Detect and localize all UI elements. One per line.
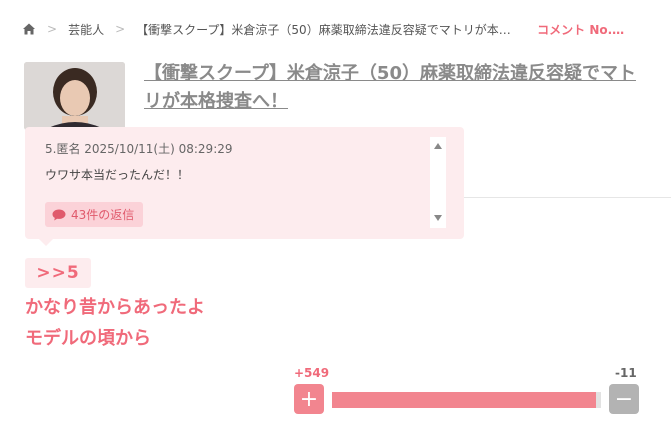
breadcrumb-comment: コメント No.…	[537, 22, 625, 37]
comment-meta: 5.匿名 2025/10/11(土) 08:29:29	[45, 142, 233, 156]
article-thumbnail[interactable]	[24, 62, 125, 130]
replies-button[interactable]: 43件の返信	[45, 202, 144, 227]
vote-ratio-fill	[332, 392, 596, 408]
chat-bubble-icon	[52, 209, 66, 221]
breadcrumb-category[interactable]: 芸能人	[68, 21, 104, 38]
home-icon[interactable]	[22, 22, 36, 36]
minus-vote-button[interactable]: −	[609, 384, 639, 414]
breadcrumb-article[interactable]: 【衝撃スクープ】米倉涼子（50）麻薬取締法違反容疑でマトリが本格捜…	[136, 21, 514, 38]
reply-text-line: モデルの頃から	[25, 328, 151, 349]
plus-vote-count: +549	[294, 366, 330, 380]
scroll-down-icon[interactable]	[434, 215, 442, 221]
divider	[464, 197, 671, 198]
scroll-up-icon[interactable]	[434, 143, 442, 149]
article-title[interactable]: 【衝撃スクープ】米倉涼子（50）麻薬取締法違反容疑でマトリが本格捜査へ！	[144, 60, 644, 116]
comment-text: ウワサ本当だったんだ！！	[45, 168, 190, 182]
chevron-right-icon: >	[115, 22, 126, 36]
plus-vote-button[interactable]: +	[294, 384, 324, 414]
vote-ratio-bar	[332, 392, 601, 408]
comment-preview-popup: 5.匿名 2025/10/11(土) 08:29:29 ウワサ本当だったんだ！！…	[25, 127, 464, 239]
replies-label: 43件の返信	[71, 208, 135, 222]
reply-text-line: かなり昔からあったよ	[25, 297, 205, 318]
reply-anchor-link[interactable]: >>5	[25, 258, 91, 288]
chevron-right-icon: >	[47, 22, 58, 36]
minus-vote-count: -11	[615, 366, 637, 380]
breadcrumb: > 芸能人 > 【衝撃スクープ】米倉涼子（50）麻薬取締法違反容疑でマトリが本格…	[22, 19, 662, 39]
popup-pointer	[37, 237, 55, 246]
popup-scrollbar[interactable]	[430, 137, 446, 228]
